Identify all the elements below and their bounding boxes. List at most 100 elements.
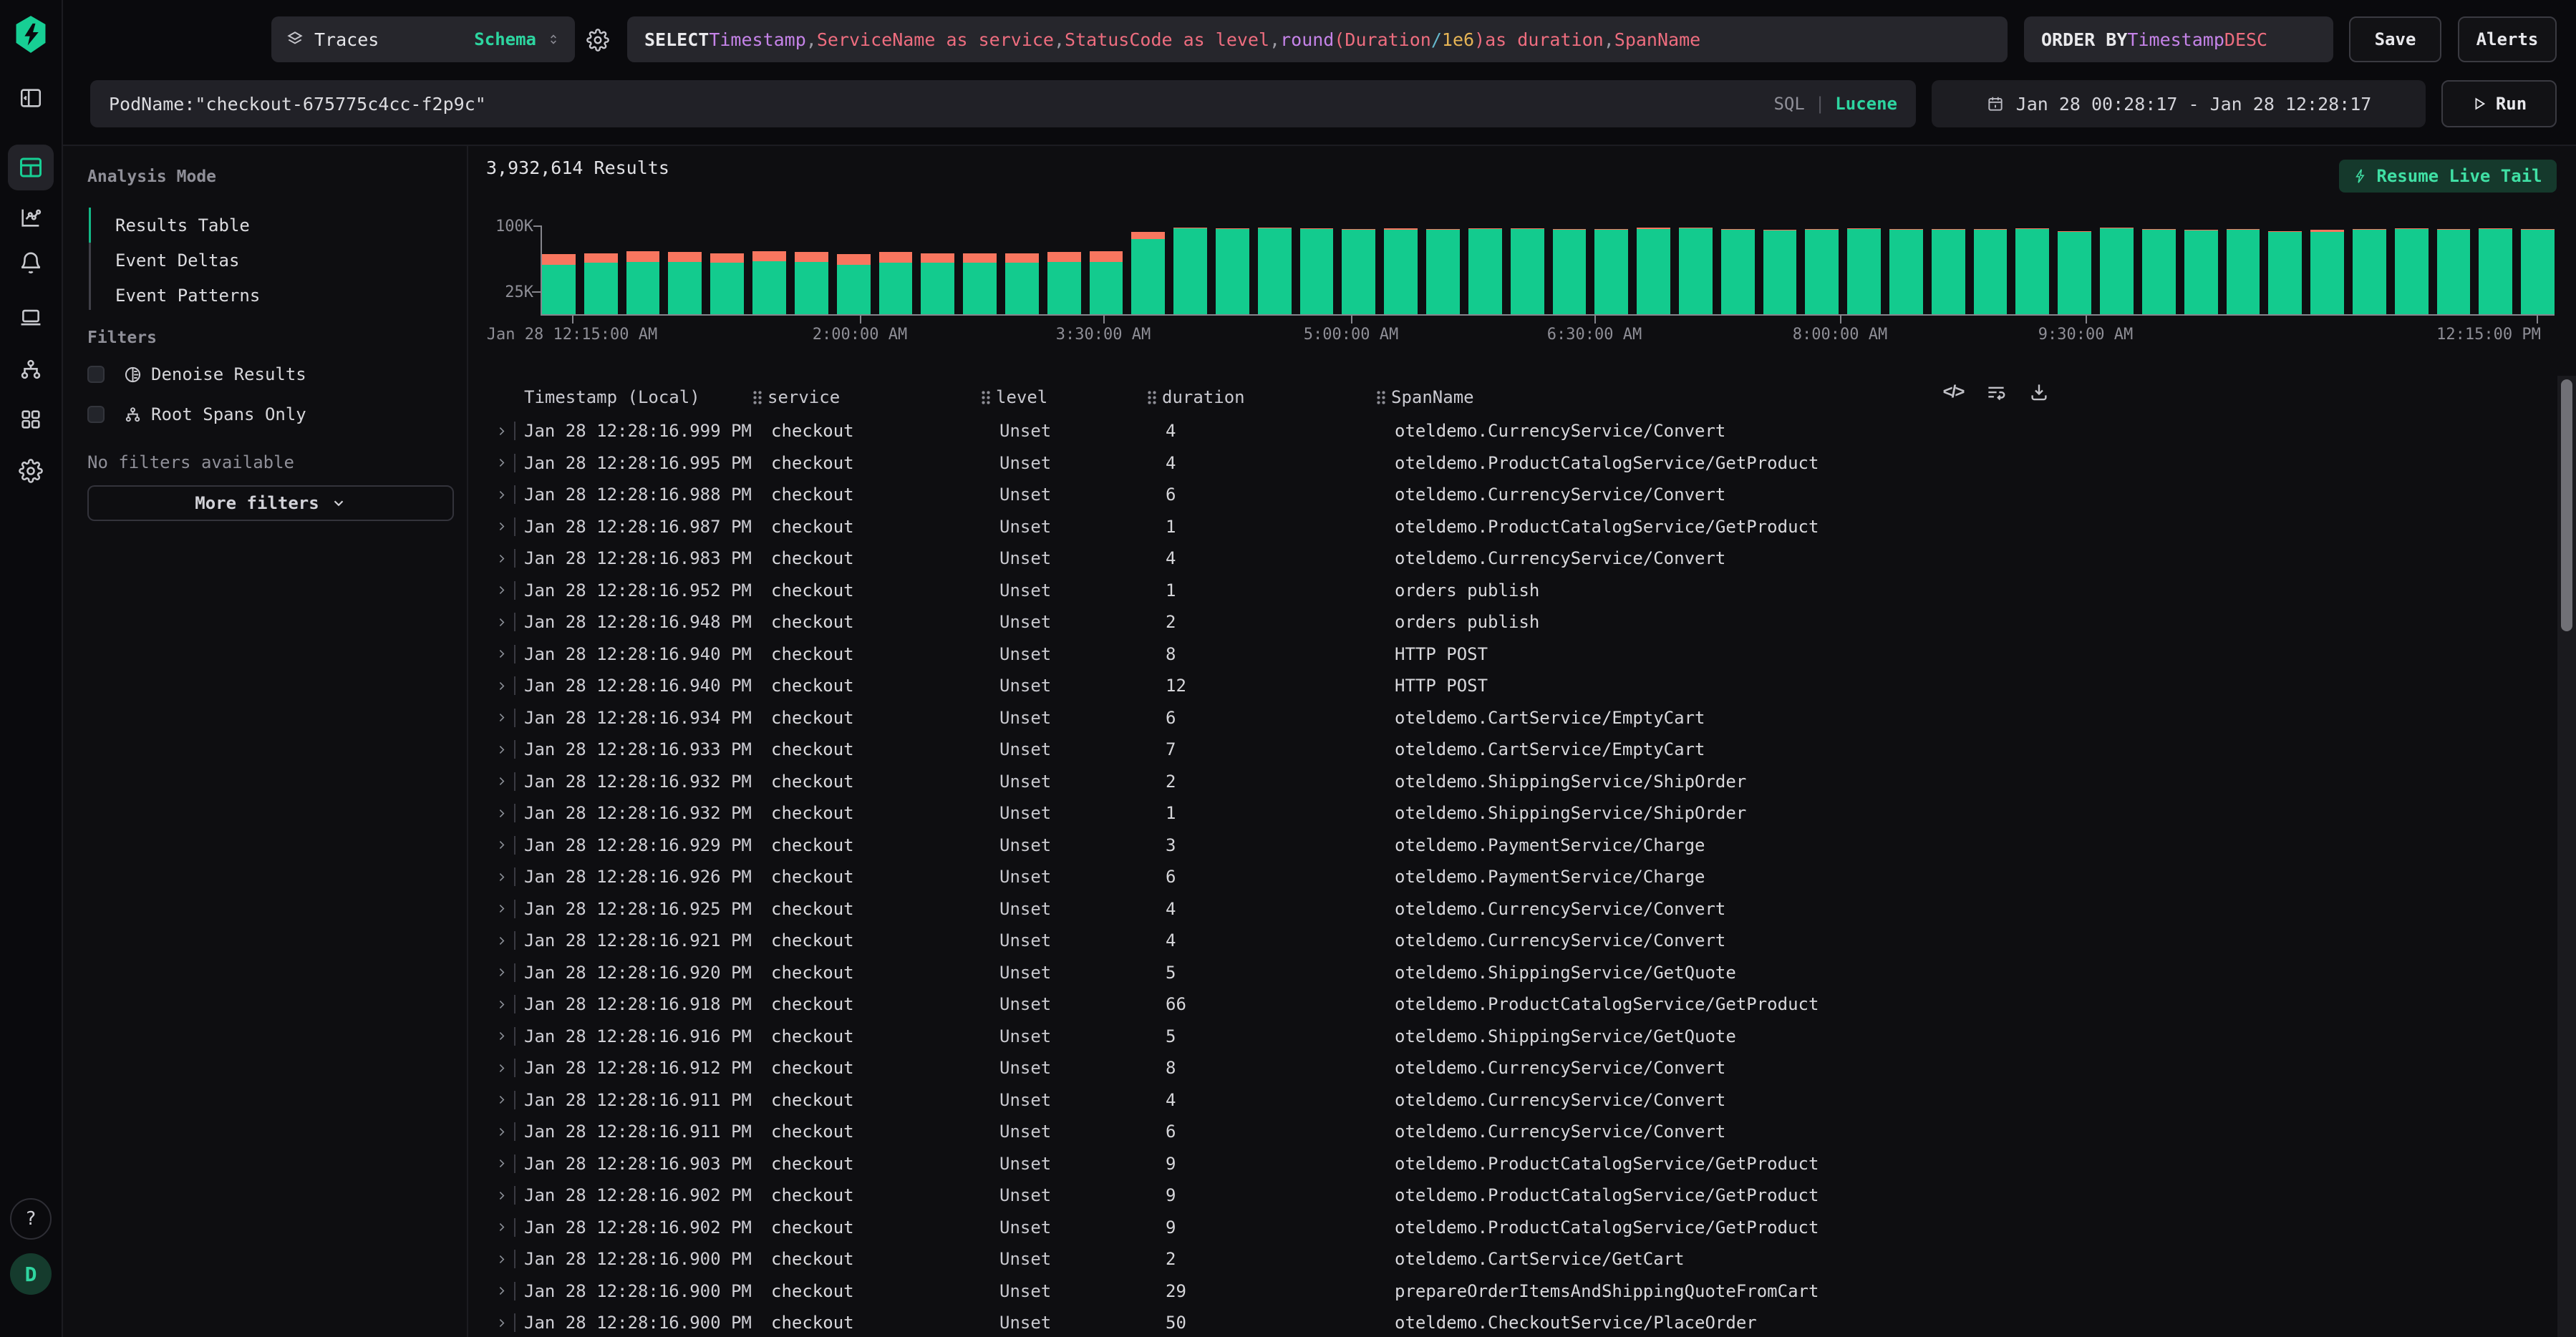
table-row[interactable]: Jan 28 12:28:16.912 PMcheckoutUnset8otel… [468, 1052, 2557, 1084]
download-icon[interactable] [2028, 381, 2050, 404]
histogram-bar[interactable] [1468, 228, 1502, 314]
histogram-bar[interactable] [1511, 228, 1544, 314]
expand-row-chevron-icon[interactable] [488, 616, 514, 628]
table-row[interactable]: Jan 28 12:28:16.932 PMcheckoutUnset2otel… [468, 766, 2557, 798]
search-input[interactable]: PodName:"checkout-675775c4cc-f2p9c" SQL … [90, 80, 1916, 127]
expand-row-chevron-icon[interactable] [488, 1094, 514, 1106]
expand-row-chevron-icon[interactable] [488, 1190, 514, 1202]
histogram-bar[interactable] [2353, 229, 2386, 314]
expand-row-chevron-icon[interactable] [488, 935, 514, 947]
run-query-button[interactable]: Run [2441, 80, 2557, 127]
expand-row-chevron-icon[interactable] [488, 1030, 514, 1042]
histogram-bar[interactable] [1342, 229, 1375, 314]
column-header-service[interactable]: service [752, 387, 981, 407]
histogram-bar[interactable] [2310, 230, 2344, 314]
histogram-bar[interactable] [626, 251, 660, 314]
histogram-bar[interactable] [2058, 231, 2091, 314]
expand-row-chevron-icon[interactable] [488, 871, 514, 883]
expand-row-chevron-icon[interactable] [488, 711, 514, 724]
histogram-bar[interactable] [1594, 229, 1628, 314]
user-avatar[interactable]: D [10, 1253, 52, 1295]
histogram-bar[interactable] [2437, 229, 2471, 314]
histogram-bar[interactable] [1679, 228, 1713, 314]
expand-row-chevron-icon[interactable] [488, 489, 514, 501]
sessions-nav-icon[interactable] [19, 306, 43, 330]
vertical-scrollbar[interactable] [2557, 376, 2576, 1337]
histogram-bar[interactable] [1131, 232, 1165, 314]
histogram-bar[interactable] [1216, 228, 1249, 314]
expand-row-chevron-icon[interactable] [488, 457, 514, 469]
data-source-selector[interactable]: Traces Schema [271, 16, 575, 62]
column-header-duration[interactable]: duration [1147, 387, 1376, 407]
schema-mode-label[interactable]: Schema [474, 29, 536, 49]
wrap-lines-icon[interactable] [1985, 381, 2008, 404]
checkbox[interactable] [87, 406, 105, 423]
histogram-bar[interactable] [1763, 230, 1797, 314]
histogram-bar[interactable] [2479, 228, 2512, 314]
expand-row-chevron-icon[interactable] [488, 1126, 514, 1138]
histogram-bar[interactable] [1090, 251, 1123, 314]
table-row[interactable]: Jan 28 12:28:16.921 PMcheckoutUnset4otel… [468, 925, 2557, 957]
view-source-code-icon[interactable]: </> [1942, 381, 1965, 404]
histogram-bar[interactable] [1047, 252, 1081, 314]
expand-row-chevron-icon[interactable] [488, 553, 514, 565]
table-row[interactable]: Jan 28 12:28:16.940 PMcheckoutUnset12HTT… [468, 670, 2557, 702]
expand-row-chevron-icon[interactable] [488, 584, 514, 596]
histogram-bar[interactable] [1553, 229, 1587, 314]
histogram-bar[interactable] [710, 253, 744, 314]
histogram-plot[interactable]: 100K 25K Jan 28 12:15:00 AM2:00:00 AM3:3… [542, 225, 2555, 314]
table-row[interactable]: Jan 28 12:28:16.920 PMcheckoutUnset5otel… [468, 957, 2557, 989]
table-row[interactable]: Jan 28 12:28:16.932 PMcheckoutUnset1otel… [468, 797, 2557, 830]
expand-row-chevron-icon[interactable] [488, 998, 514, 1011]
histogram-bar[interactable] [1721, 229, 1755, 314]
drag-grip-icon[interactable] [1147, 390, 1156, 405]
expand-row-chevron-icon[interactable] [488, 1157, 514, 1170]
histogram-bar[interactable] [837, 254, 871, 314]
histogram-bar[interactable] [921, 253, 954, 314]
expand-row-chevron-icon[interactable] [488, 1253, 514, 1265]
table-row[interactable]: Jan 28 12:28:16.911 PMcheckoutUnset6otel… [468, 1116, 2557, 1148]
histogram-bar[interactable] [1637, 228, 1670, 315]
histogram-bar[interactable] [1974, 229, 2008, 314]
expand-row-chevron-icon[interactable] [488, 1062, 514, 1074]
table-row[interactable]: Jan 28 12:28:16.925 PMcheckoutUnset4otel… [468, 893, 2557, 925]
histogram-bar[interactable] [2142, 229, 2176, 314]
table-row[interactable]: Jan 28 12:28:16.988 PMcheckoutUnset6otel… [468, 479, 2557, 511]
analysis-mode-event-deltas[interactable]: Event Deltas [87, 243, 445, 278]
dashboards-nav-icon[interactable] [19, 407, 43, 432]
histogram-bar[interactable] [668, 252, 702, 314]
expand-row-chevron-icon[interactable] [488, 1285, 514, 1297]
expand-row-chevron-icon[interactable] [488, 839, 514, 851]
expand-row-chevron-icon[interactable] [488, 903, 514, 915]
table-row[interactable]: Jan 28 12:28:16.987 PMcheckoutUnset1otel… [468, 511, 2557, 543]
histogram-bar[interactable] [1258, 228, 1292, 314]
team-settings-nav-icon[interactable] [19, 459, 43, 483]
analysis-mode-event-patterns[interactable]: Event Patterns [87, 278, 445, 313]
alerts-button[interactable]: Alerts [2458, 16, 2557, 62]
table-row[interactable]: Jan 28 12:28:16.916 PMcheckoutUnset5otel… [468, 1021, 2557, 1053]
histogram-bar[interactable] [2227, 229, 2260, 314]
app-logo-icon[interactable] [12, 14, 49, 54]
filter-option-root-spans-only[interactable]: Root Spans Only [87, 404, 306, 424]
table-row[interactable]: Jan 28 12:28:16.900 PMcheckoutUnset50ote… [468, 1307, 2557, 1337]
column-header-level[interactable]: level [981, 387, 1147, 407]
search-nav-active-icon[interactable] [8, 145, 54, 190]
checkbox[interactable] [87, 366, 105, 383]
drag-grip-icon[interactable] [1376, 390, 1385, 405]
table-row[interactable]: Jan 28 12:28:16.902 PMcheckoutUnset9otel… [468, 1180, 2557, 1212]
histogram-bar[interactable] [1889, 229, 1923, 314]
table-row[interactable]: Jan 28 12:28:16.900 PMcheckoutUnset29pre… [468, 1275, 2557, 1308]
histogram-bar[interactable] [584, 253, 618, 314]
histogram-bar[interactable] [1384, 228, 1418, 314]
table-row[interactable]: Jan 28 12:28:16.933 PMcheckoutUnset7otel… [468, 734, 2557, 766]
sql-select-editor[interactable]: SELECT Timestamp, ServiceName as service… [627, 16, 2008, 62]
expand-row-chevron-icon[interactable] [488, 520, 514, 533]
table-row[interactable]: Jan 28 12:28:16.995 PMcheckoutUnset4otel… [468, 447, 2557, 480]
histogram-bar[interactable] [1426, 229, 1460, 314]
drag-grip-icon[interactable] [752, 390, 762, 405]
table-row[interactable]: Jan 28 12:28:16.948 PMcheckoutUnset2orde… [468, 606, 2557, 638]
table-row[interactable]: Jan 28 12:28:16.903 PMcheckoutUnset9otel… [468, 1148, 2557, 1180]
table-row[interactable]: Jan 28 12:28:16.952 PMcheckoutUnset1orde… [468, 575, 2557, 607]
histogram-bar[interactable] [1805, 229, 1839, 314]
collapse-sidebar-icon[interactable] [19, 86, 43, 110]
